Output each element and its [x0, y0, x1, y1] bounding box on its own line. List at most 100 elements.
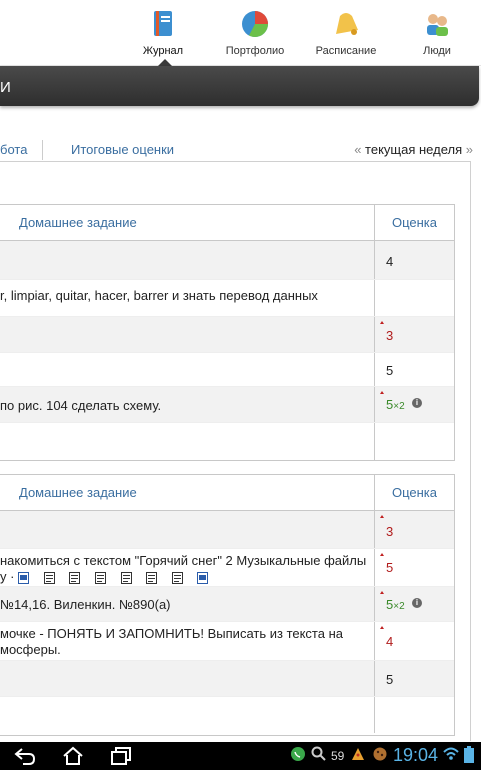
grade-cell: [374, 423, 454, 460]
battery-icon: [464, 746, 474, 763]
tab-work[interactable]: бота: [0, 142, 27, 157]
active-tab-indicator: [158, 59, 172, 66]
homework-text: r, limpiar, quitar, hacer, barrer и знат…: [0, 288, 318, 303]
people-icon: [427, 14, 448, 36]
table-row: накомиться с текстом "Горячий снег" 2 Му…: [0, 549, 454, 587]
document-file-icon[interactable]: [43, 571, 55, 584]
grade[interactable]: 5×2: [386, 397, 405, 412]
grade-multiplier: ×2: [393, 401, 405, 412]
day-table-1: Домашнее задание Оценка 4 r, limpiar, qu…: [0, 204, 455, 461]
homework-text: накомиться с текстом "Горячий снег" 2 Му…: [0, 550, 370, 585]
nav-schedule[interactable]: Расписание: [301, 8, 391, 57]
week-label: текущая неделя: [365, 142, 463, 157]
day-table-2: Домашнее задание Оценка 3 накомиться с т…: [0, 474, 455, 736]
nav-people-label: Люди: [423, 45, 451, 57]
section-title: И: [0, 79, 11, 96]
header-homework: Домашнее задание: [19, 485, 137, 500]
table-row: r, limpiar, quitar, hacer, barrer и знат…: [0, 280, 454, 317]
table-row: 3: [0, 511, 454, 549]
journal-tabs: бота Итоговые оценки « текущая неделя »: [0, 140, 481, 162]
table-header: Домашнее задание Оценка: [0, 205, 454, 241]
document-file-icon[interactable]: [120, 571, 132, 584]
grade[interactable]: 3: [386, 328, 393, 343]
table-row: по рис. 104 сделать схему. 5×2 i: [0, 387, 454, 423]
journal-book-icon: [154, 11, 172, 36]
grade-cell: 3: [374, 317, 454, 352]
grade-marker: [380, 626, 384, 629]
whatsapp-icon: [291, 747, 305, 761]
tab-divider: [42, 140, 43, 160]
grade[interactable]: 5: [386, 363, 393, 378]
nav-journal[interactable]: Журнал: [118, 8, 208, 57]
grade-cell: [374, 697, 454, 733]
document-file-icon[interactable]: [69, 571, 81, 584]
tab-final-grades[interactable]: Итоговые оценки: [71, 142, 174, 157]
grade-cell: 5: [374, 661, 454, 696]
section-title-bar: И: [0, 66, 479, 106]
table-row: 5: [0, 353, 454, 387]
nav-journal-label: Журнал: [142, 45, 184, 57]
grade-marker: [380, 391, 384, 394]
grade-cell: 3: [374, 511, 454, 548]
homework-attachments: у ·: [0, 569, 370, 585]
portfolio-pie-chart-icon: [242, 11, 268, 37]
pizza-icon: [352, 748, 364, 760]
table-row: [0, 697, 454, 733]
clock-time: 19:04: [393, 745, 439, 765]
nav-portfolio-label: Портфолио: [225, 45, 285, 57]
document-file-icon[interactable]: [171, 571, 183, 584]
search-icon: [311, 746, 326, 761]
nav-people[interactable]: Люди: [392, 8, 481, 57]
grade[interactable]: 5: [386, 560, 393, 575]
top-navigation: Журнал Портфолио Расписание Люди: [0, 0, 481, 66]
nav-schedule-label: Расписание: [315, 45, 377, 57]
homework-text: по рис. 104 сделать схему.: [0, 398, 162, 413]
grade-cell: 5×2 i: [374, 387, 454, 422]
wifi-icon: [443, 747, 459, 760]
prev-week-arrow[interactable]: «: [354, 142, 361, 157]
grade[interactable]: 3: [386, 524, 393, 539]
grade[interactable]: 5: [386, 672, 393, 687]
grade-marker: [380, 553, 384, 556]
grade[interactable]: 4: [386, 254, 393, 269]
nav-portfolio[interactable]: Портфолио: [210, 8, 300, 57]
table-row: 5: [0, 661, 454, 697]
homework-line: накомиться с текстом "Горячий снег" 2 Му…: [0, 553, 367, 568]
table-header: Домашнее задание Оценка: [0, 475, 454, 511]
table-row: №14,16. Виленкин. №890(а) 5×2 i: [0, 587, 454, 622]
grade[interactable]: 5×2: [386, 597, 405, 612]
grade-cell: 5×2 i: [374, 587, 454, 621]
homework-text: мочке - ПОНЯТЬ И ЗАПОМНИТЬ! Выписать из …: [0, 623, 370, 658]
homework-line: мочке - ПОНЯТЬ И ЗАПОМНИТЬ! Выписать из …: [0, 626, 343, 641]
document-file-icon[interactable]: [94, 571, 106, 584]
week-selector[interactable]: « текущая неделя »: [354, 142, 473, 157]
grade-cell: 4: [374, 241, 454, 279]
recent-apps-icon[interactable]: [110, 746, 132, 766]
homework-text: №14,16. Виленкин. №890(а): [0, 597, 171, 612]
info-icon[interactable]: i: [412, 598, 422, 608]
table-row: мочке - ПОНЯТЬ И ЗАПОМНИТЬ! Выписать из …: [0, 622, 454, 661]
table-row: 3: [0, 317, 454, 353]
next-week-arrow[interactable]: »: [466, 142, 473, 157]
homework-line: у ·: [0, 569, 15, 584]
header-grade: Оценка: [374, 475, 454, 511]
table-row: 4: [0, 241, 454, 280]
grade-marker: [380, 321, 384, 324]
grade-marker: [380, 515, 384, 518]
grade-marker: [380, 591, 384, 594]
schedule-bell-icon: [336, 13, 358, 35]
back-icon[interactable]: [14, 746, 36, 766]
grade-cell: [374, 280, 454, 316]
grade-cell: 5: [374, 549, 454, 586]
grade[interactable]: 4: [386, 634, 393, 649]
homework-line: мосферы.: [0, 642, 61, 657]
home-icon[interactable]: [62, 746, 84, 766]
word-file-icon[interactable]: [18, 571, 30, 584]
info-icon[interactable]: i: [412, 398, 422, 408]
word-file-icon[interactable]: [197, 571, 209, 584]
grade-cell: 5: [374, 353, 454, 386]
document-file-icon[interactable]: [146, 571, 158, 584]
header-homework: Домашнее задание: [19, 215, 137, 230]
table-row: [0, 423, 454, 460]
grade-cell: 4: [374, 622, 454, 660]
